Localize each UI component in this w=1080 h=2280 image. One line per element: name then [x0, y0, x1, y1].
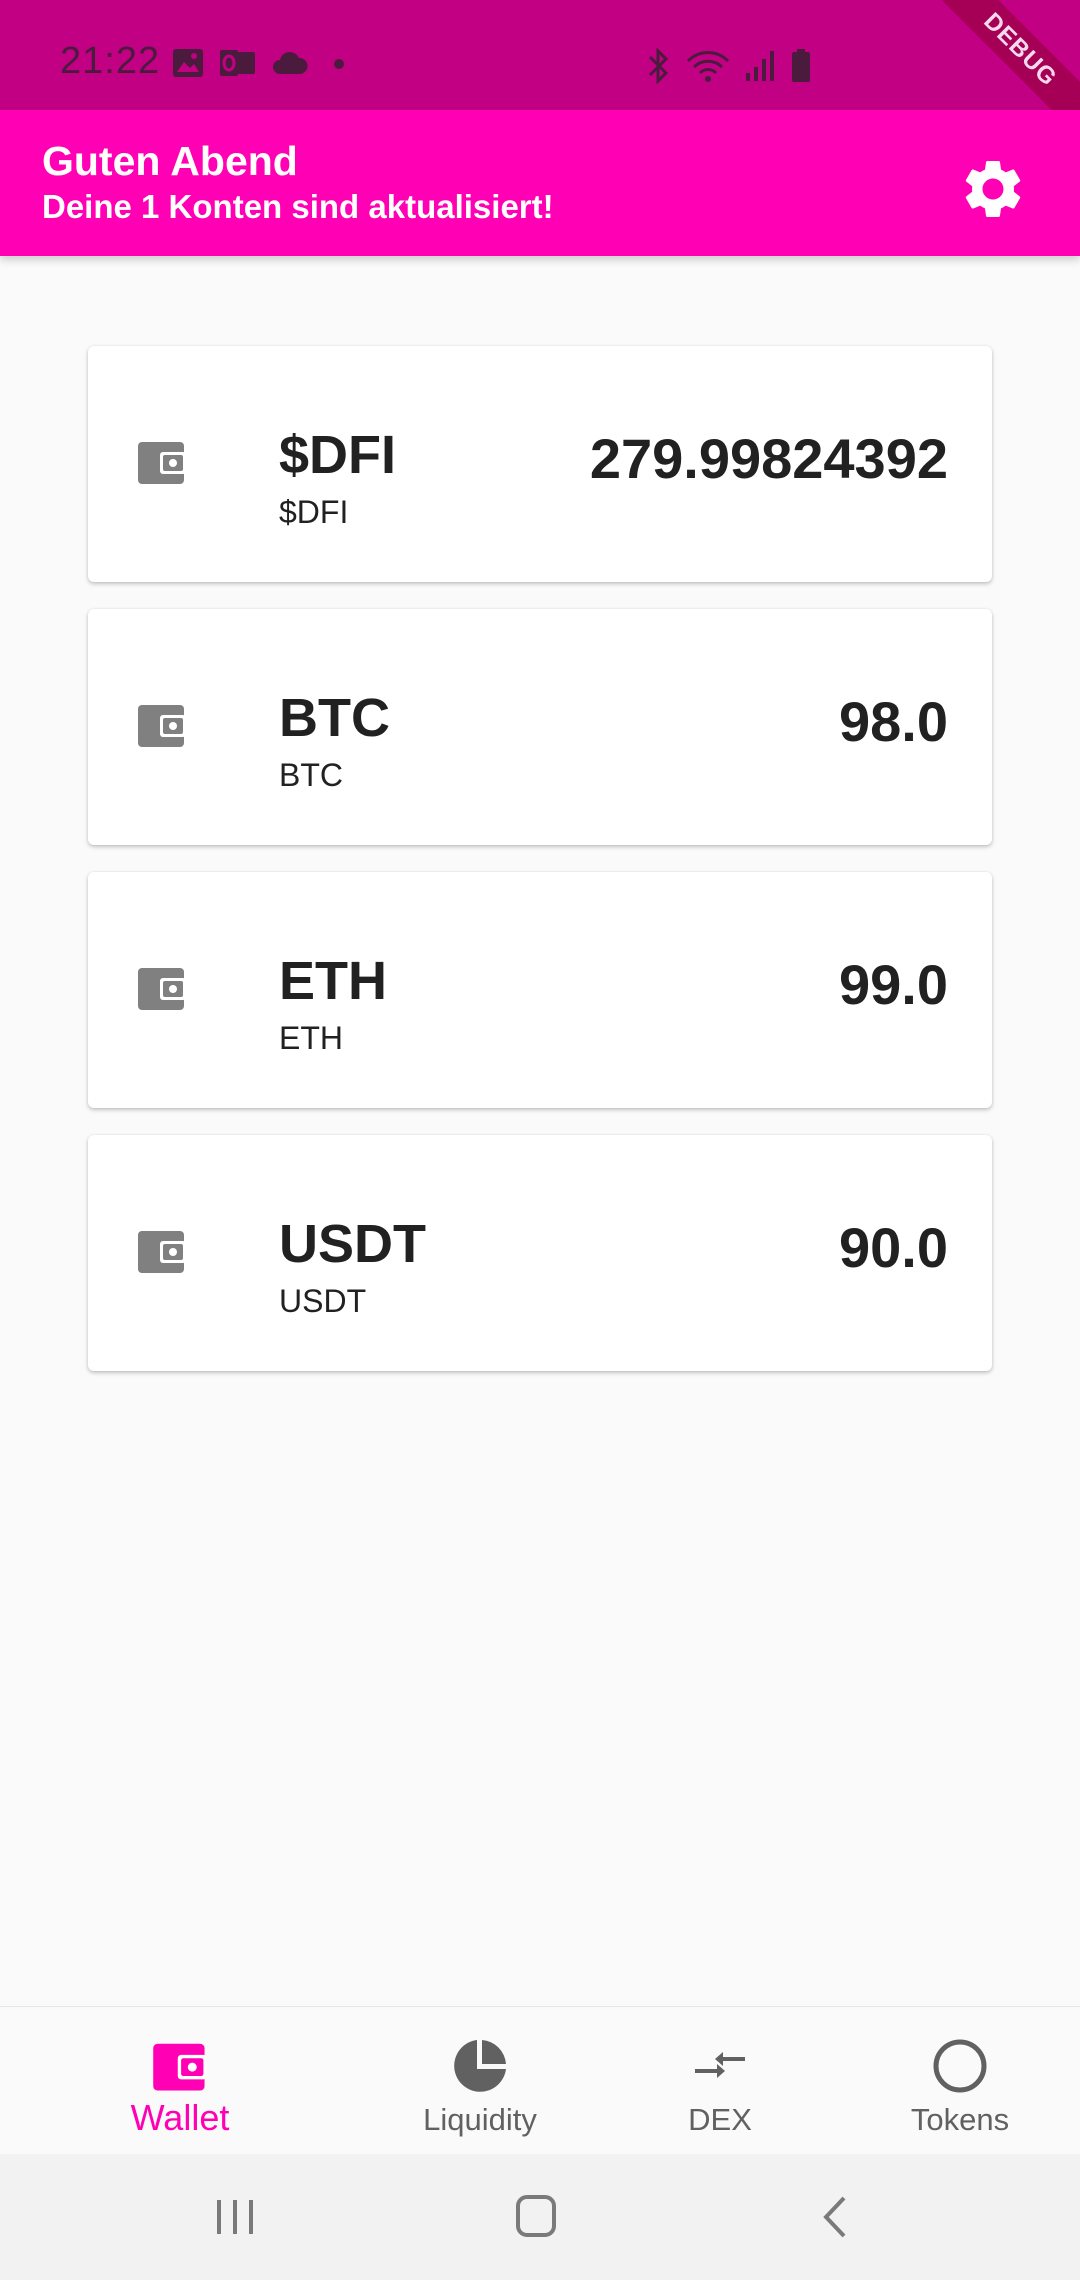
cloud-icon	[273, 51, 308, 74]
account-title: ETH	[279, 951, 387, 1011]
circle-icon	[933, 2039, 987, 2093]
account-card-btc[interactable]: BTC BTC 98.0	[88, 609, 992, 845]
dot-icon	[334, 59, 344, 69]
greeting-title: Guten Abend	[42, 138, 298, 184]
account-title: $DFI	[279, 425, 397, 485]
account-balance: 279.99824392	[589, 427, 948, 490]
nav-item-wallet[interactable]: Wallet	[80, 2007, 280, 2155]
bluetooth-icon	[648, 48, 669, 84]
wallet-icon	[138, 1231, 186, 1273]
outlook-icon	[220, 50, 255, 76]
battery-icon	[792, 49, 810, 82]
account-balance: 99.0	[839, 953, 948, 1016]
nav-item-liquidity[interactable]: Liquidity	[380, 2007, 580, 2155]
swap-arrows-icon	[695, 2052, 745, 2078]
account-subtitle: ETH	[279, 1020, 343, 1056]
account-card-usdt[interactable]: USDT USDT 90.0	[88, 1135, 992, 1371]
wallet-icon	[138, 442, 186, 484]
nav-label-dex: DEX	[688, 2102, 752, 2137]
home-icon[interactable]	[506, 2192, 566, 2242]
wifi-icon	[686, 51, 730, 82]
account-subtitle: BTC	[279, 757, 343, 793]
account-title: USDT	[279, 1214, 426, 1274]
account-title: BTC	[279, 688, 390, 748]
signal-icon	[746, 51, 774, 81]
status-bar: 21:22 DEBUG	[0, 0, 1080, 157]
wallet-icon	[138, 968, 186, 1010]
account-balance: 90.0	[839, 1216, 948, 1279]
accounts-updated-subtitle: Deine 1 Konten sind aktualisiert!	[42, 188, 554, 225]
accounts-list: $DFI $DFI 279.99824392 BTC BTC 98.0 ETH	[88, 346, 992, 1398]
nav-item-dex[interactable]: DEX	[640, 2007, 800, 2155]
status-right-icons	[646, 48, 812, 84]
status-left-icons	[172, 48, 354, 78]
system-navigation-bar	[0, 2154, 1080, 2280]
wallet-screen: 21:22 DEBUG Guten Abend Deine 1 Konten s…	[0, 0, 1080, 2280]
wallet-icon	[153, 2043, 207, 2091]
nav-label-tokens: Tokens	[910, 2102, 1010, 2137]
gear-icon[interactable]	[958, 154, 1028, 224]
bottom-navigation: Wallet Liquidity DEX Tokens	[0, 2006, 1080, 2154]
account-card-dfi[interactable]: $DFI $DFI 279.99824392	[88, 346, 992, 582]
account-subtitle: USDT	[279, 1283, 367, 1319]
image-icon	[173, 49, 203, 77]
account-subtitle: $DFI	[279, 494, 349, 530]
pie-chart-icon	[454, 2040, 506, 2092]
nav-label-liquidity: Liquidity	[423, 2102, 537, 2137]
back-icon[interactable]	[808, 2192, 868, 2242]
nav-label-wallet: Wallet	[130, 2097, 230, 2138]
nav-item-tokens[interactable]: Tokens	[880, 2007, 1040, 2155]
recent-apps-icon[interactable]	[205, 2192, 265, 2242]
account-card-eth[interactable]: ETH ETH 99.0	[88, 872, 992, 1108]
app-bar: Guten Abend Deine 1 Konten sind aktualis…	[0, 110, 1080, 256]
wallet-icon	[138, 705, 186, 747]
status-time: 21:22	[60, 40, 161, 82]
account-balance: 98.0	[839, 690, 948, 753]
